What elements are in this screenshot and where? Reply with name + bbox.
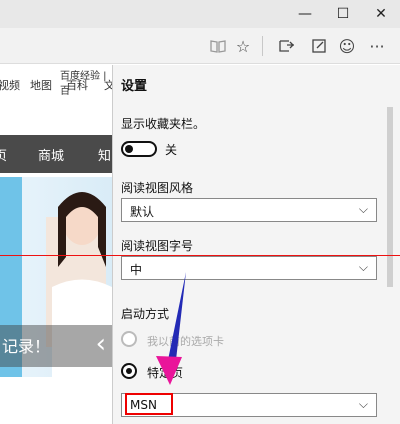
annotation-arrow-icon [156,272,186,385]
